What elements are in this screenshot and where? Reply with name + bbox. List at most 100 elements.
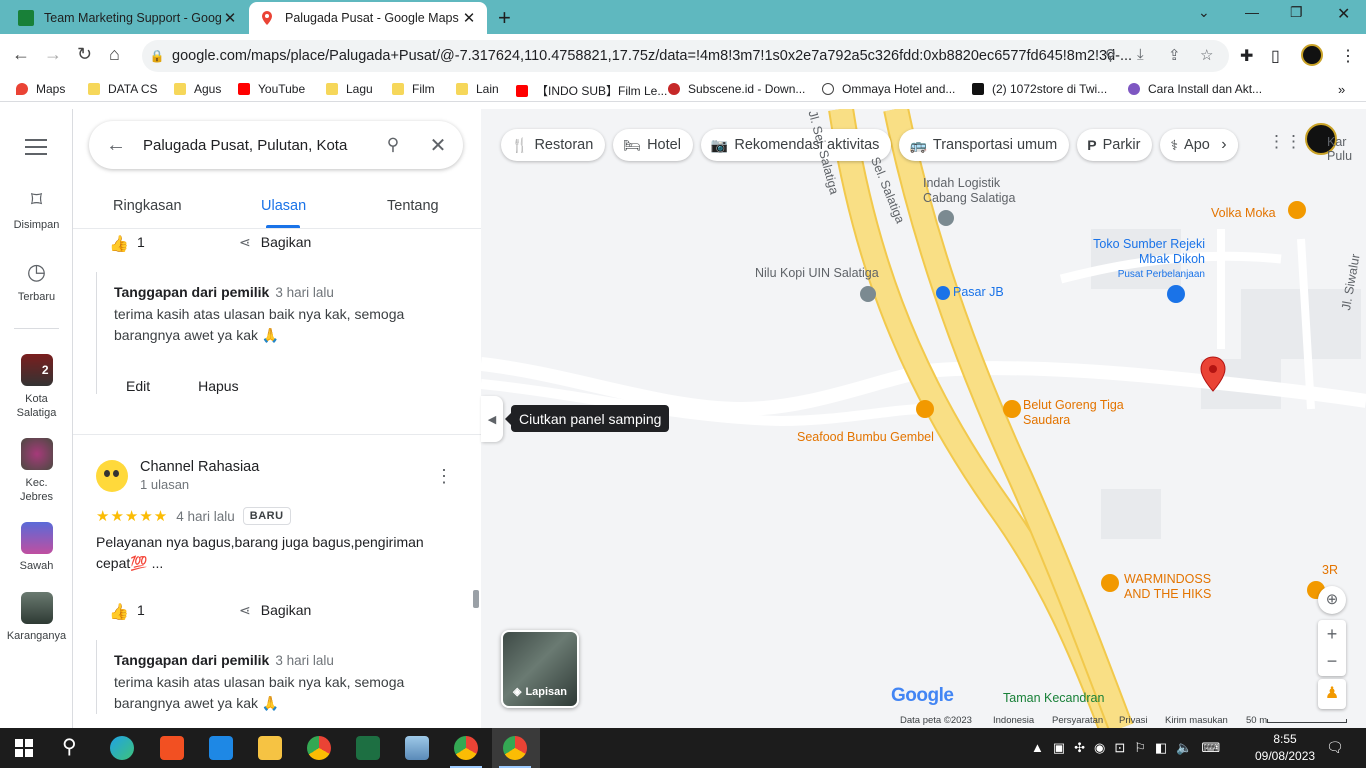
minimize-icon[interactable]: — [1245,4,1259,20]
apps-grid-icon[interactable]: ⋮⋮ [1268,132,1302,152]
zoom-in-button[interactable]: + [1318,620,1346,648]
chrome-icon[interactable] [307,736,331,760]
rail-place-sawah[interactable]: Sawah [0,522,73,572]
chip-restoran[interactable]: 🍴 Restoran [501,129,606,161]
poi-warmindoss[interactable]: WARMINDOSS AND THE HIKS [1124,572,1234,602]
collapse-panel-button[interactable]: ◀ [481,396,503,442]
poi-belut-goreng[interactable]: Belut Goreng Tiga Saudara [1023,398,1133,428]
tab-ulasan[interactable]: Ulasan [261,198,306,214]
clock-time[interactable]: 8:55 [1255,732,1315,746]
share-icon[interactable]: ⇪ [1168,46,1181,64]
back-arrow-icon[interactable]: ← [89,134,143,157]
bookmark-youtube[interactable]: YouTube [238,82,305,96]
side-panel-icon[interactable]: ▯ [1271,46,1280,66]
bookmark-cara-install[interactable]: Cara Install dan Akt... [1128,82,1262,96]
bookmark-maps[interactable]: Maps [16,82,65,96]
restaurant-pin-icon[interactable] [1101,574,1119,592]
restaurant-pin-icon[interactable] [1003,400,1021,418]
layers-button[interactable]: ◈ Lapisan [501,630,579,708]
bookmark-twitter[interactable]: (2) 1072store di Twi... [972,82,1107,96]
reviewer-name[interactable]: Channel Rahasiaa [140,459,259,475]
menu-icon[interactable] [25,139,47,160]
install-icon[interactable]: ⤓ [1137,46,1144,63]
restaurant-pin-icon[interactable] [916,400,934,418]
chip-transportasi-umum[interactable]: 🚌 Transportasi umum [899,129,1070,161]
new-tab-button[interactable]: + [498,5,511,31]
rail-place-kec-jebres[interactable]: Kec. Jebres [0,438,73,504]
search-box[interactable]: ← Palugada Pusat, Pulutan, Kota ⚲ ✕ [89,121,463,169]
mail-icon[interactable] [209,736,233,760]
share-review-button[interactable]: ⋖ Bagikan [239,234,311,251]
tab-team-marketing[interactable]: Team Marketing Support - Goog ✕ [8,2,248,34]
rail-recent[interactable]: ◷ Terbaru [0,259,73,303]
bookmark-ommaya[interactable]: Ommaya Hotel and... [822,82,955,96]
edit-reply-button[interactable]: Edit [126,378,150,394]
home-icon[interactable]: ⌂ [109,44,120,65]
site-info-icon[interactable]: 🔒 [142,49,172,63]
close-tab-icon[interactable]: ✕ [461,9,477,27]
search-input[interactable]: Palugada Pusat, Pulutan, Kota [143,137,373,154]
excel-icon[interactable] [356,736,380,760]
chip-hotel[interactable]: 🛏 Hotel [613,129,693,161]
maximize-icon[interactable]: ❐ [1290,4,1303,21]
thumbs-up-icon[interactable]: 👍 [109,234,129,253]
bookmark-lagu[interactable]: Lagu [326,82,373,96]
review-more-icon[interactable]: ⋮ [435,466,453,487]
poi-pin-icon[interactable] [938,210,954,226]
search-icon[interactable]: ⚲ [62,734,77,759]
profile-avatar[interactable] [1301,44,1323,66]
location-icon[interactable]: ⚲ [1105,46,1116,64]
reviewer-info[interactable]: Channel Rahasiaa 1 ulasan [96,459,259,492]
chips-next-icon[interactable]: › [1209,129,1238,161]
tab-ringkasan[interactable]: Ringkasan [113,198,182,214]
app-icon[interactable] [405,736,429,760]
close-tab-icon[interactable]: ✕ [222,9,238,27]
chip-apotek[interactable]: ⚕ Apo › [1160,129,1238,161]
bookmark-data-cs[interactable]: DATA CS [88,82,158,96]
edge-icon[interactable] [110,736,134,760]
tab-tentang[interactable]: Tentang [387,198,439,214]
file-explorer-icon[interactable] [258,736,282,760]
poi-nilu-kopi[interactable]: Nilu Kopi UIN Salatiga [755,266,879,281]
bookmark-star-icon[interactable]: ☆ [1200,46,1213,64]
selected-place-pin-icon[interactable] [1200,356,1226,392]
poi-seafood[interactable]: Seafood Bumbu Gembel [797,430,934,445]
clock-date[interactable]: 09/08/2023 [1255,749,1315,763]
bookmark-lain[interactable]: Lain [456,82,499,96]
poi-indah-logistik[interactable]: Indah Logistik Cabang Salatiga [923,176,1023,206]
my-location-button[interactable]: ⊕ [1318,586,1346,614]
reload-icon[interactable]: ↻ [77,44,92,65]
rail-place-kota-salatiga[interactable]: 2 Kota Salatiga [0,354,73,420]
shopping-pin-icon[interactable] [1167,285,1185,303]
rail-saved[interactable]: ⌑ Disimpan [0,187,73,231]
clear-search-icon[interactable]: ✕ [413,133,463,158]
bookmark-agus[interactable]: Agus [174,82,221,96]
forward-icon[interactable]: → [44,44,62,65]
more-bookmarks-icon[interactable]: » [1338,82,1345,97]
bookmark-subscene[interactable]: Subscene.id - Down... [668,82,805,96]
cafe-pin-icon[interactable] [1288,201,1306,219]
store-icon[interactable] [160,736,184,760]
chip-parkir[interactable]: P Parkir [1077,129,1153,161]
tab-google-maps[interactable]: Palugada Pusat - Google Maps ✕ [249,2,487,34]
panel-scrollbar[interactable] [473,590,479,608]
region-link[interactable]: Indonesia [993,715,1034,726]
poi-pasar-jb[interactable]: Pasar JB [936,285,1004,300]
pegman-street-view-icon[interactable]: ♟ [1318,679,1346,709]
poi-taman-kecandran[interactable]: Taman Kecandran [1003,691,1104,706]
delete-reply-button[interactable]: Hapus [198,378,238,394]
feedback-link[interactable]: Kirim masukan [1165,715,1228,726]
chrome-active-icon[interactable] [503,736,527,760]
windows-start-icon[interactable] [15,739,33,757]
bookmark-film[interactable]: Film [392,82,435,96]
reviewer-avatar[interactable] [96,459,128,492]
terms-link[interactable]: Persyaratan [1052,715,1103,726]
tray-icons[interactable]: ▲▣✣◉⊡⚐◧🔈⌨ [1031,740,1229,756]
thumbs-up-icon[interactable]: 👍 [109,602,129,621]
chrome-menu-icon[interactable]: ⋮ [1340,46,1356,66]
zoom-out-button[interactable]: − [1318,648,1346,676]
chrome-profile-icon[interactable] [454,736,478,760]
scale-label[interactable]: 50 m [1246,715,1267,726]
notifications-icon[interactable]: 🗨 [1326,739,1344,756]
search-icon[interactable]: ⚲ [373,135,413,155]
